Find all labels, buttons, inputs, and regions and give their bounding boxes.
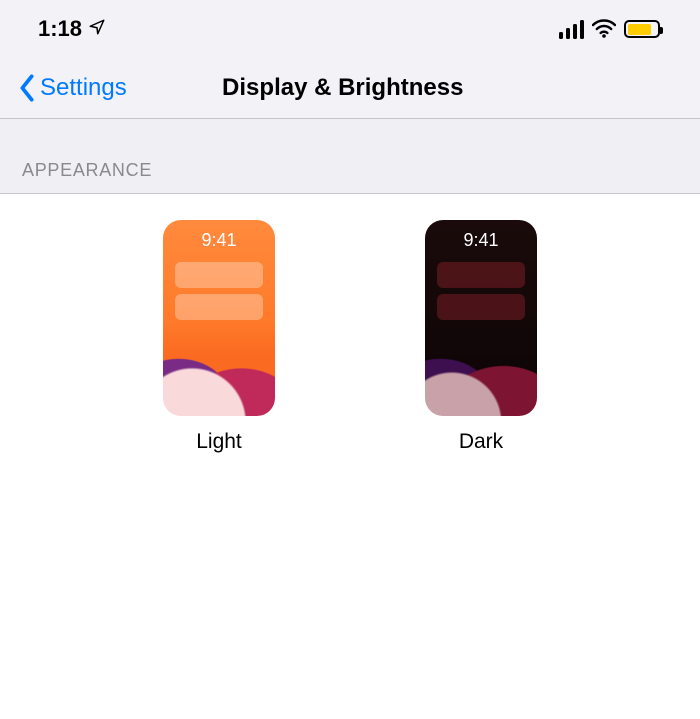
dark-mode-preview: 9:41: [425, 220, 537, 416]
preview-notification: [175, 262, 263, 288]
preview-time: 9:41: [425, 230, 537, 251]
appearance-label-dark: Dark: [459, 430, 503, 454]
preview-notification: [437, 294, 525, 320]
location-icon: [88, 16, 106, 42]
preview-notification: [175, 294, 263, 320]
status-right: [559, 19, 661, 39]
appearance-panel: 9:41 Light 9:41 Dark: [0, 194, 700, 719]
nav-header: Settings Display & Brightness: [0, 58, 700, 118]
appearance-option-light[interactable]: 9:41 Light: [163, 220, 275, 719]
wifi-icon: [592, 19, 616, 39]
preview-notification: [437, 262, 525, 288]
status-left: 1:18: [38, 16, 106, 42]
cellular-signal-icon: [559, 20, 585, 39]
status-bar: 1:18: [0, 0, 700, 58]
section-gap: [0, 118, 700, 152]
page-title: Display & Brightness: [222, 74, 463, 102]
preview-time: 9:41: [163, 230, 275, 251]
status-time: 1:18: [38, 16, 82, 42]
light-mode-preview: 9:41: [163, 220, 275, 416]
section-header-appearance: APPEARANCE: [0, 152, 700, 194]
back-label: Settings: [40, 74, 127, 102]
battery-icon: [624, 20, 660, 38]
appearance-option-dark[interactable]: 9:41 Dark: [425, 220, 537, 719]
back-button[interactable]: Settings: [18, 74, 127, 102]
appearance-label-light: Light: [196, 430, 242, 454]
chevron-left-icon: [18, 74, 36, 102]
